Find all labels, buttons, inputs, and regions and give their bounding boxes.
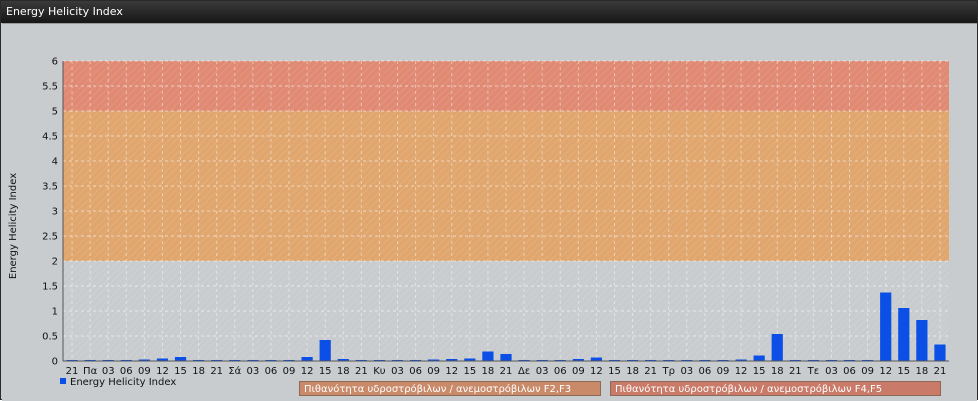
x-tick-label: 18 <box>916 366 929 377</box>
bar <box>934 344 946 361</box>
window-title: Energy Helicity Index <box>1 1 977 23</box>
bar <box>753 355 765 361</box>
x-tick-label: 12 <box>301 366 314 377</box>
x-tick-label: 09 <box>572 366 585 377</box>
bar <box>898 308 910 361</box>
y-tick-label: 3 <box>52 207 58 218</box>
ehi-bar-chart: 0 0.5 1 1.5 2 2.5 3 3.5 4 4.5 5 5.5 6 21 Πα 03 06 09 12 15 1… <box>8 57 949 377</box>
y-tick-label: 5.5 <box>42 82 58 93</box>
x-tick-label: 03 <box>102 366 115 377</box>
x-tick-label: Κυ <box>373 366 386 377</box>
bar <box>301 357 313 361</box>
x-tick-label: 09 <box>717 366 730 377</box>
y-tick-label: 0 <box>52 357 58 368</box>
x-tick-label: 18 <box>626 366 639 377</box>
zone-legend-f2-f3-label: Πιθανότητα υδροστρόβιλων / ανεμοστρόβιλω… <box>304 384 572 395</box>
x-tick-label: Πα <box>83 366 98 377</box>
y-tick-label: 4 <box>52 157 58 168</box>
x-tick-label: 21 <box>644 366 657 377</box>
x-tick-label: 12 <box>735 366 748 377</box>
x-tick-label: 21 <box>500 366 513 377</box>
x-tick-label: 21 <box>66 366 79 377</box>
x-tick-label: 09 <box>861 366 874 377</box>
x-tick-label: 21 <box>789 366 802 377</box>
y-tick-label: 3.5 <box>42 182 58 193</box>
y-tick-label: 2.5 <box>42 232 58 243</box>
x-tick-label: 12 <box>445 366 458 377</box>
bar <box>771 334 783 361</box>
x-tick-label: 15 <box>463 366 476 377</box>
y-tick-label: 6 <box>52 57 58 68</box>
x-tick-label: 09 <box>283 366 296 377</box>
x-tick-label: 18 <box>337 366 350 377</box>
x-tick-label: 03 <box>391 366 404 377</box>
x-tick-label: Δε <box>518 366 530 377</box>
bar <box>880 292 892 361</box>
bar <box>319 340 331 361</box>
x-tick-label: 18 <box>771 366 784 377</box>
x-tick-label: 12 <box>156 366 169 377</box>
bar <box>174 357 187 361</box>
x-tick-label: 03 <box>536 366 549 377</box>
y-tick-label: 0.5 <box>42 332 58 343</box>
y-axis-label: Energy Helicity Index <box>8 173 19 279</box>
chart-window: Energy Helicity Index 0 0.5 1 1.5 2 2.5 3 3.5 4 4… <box>0 0 978 401</box>
x-tick-label: 21 <box>210 366 223 377</box>
x-tick-label: 06 <box>265 366 278 377</box>
x-tick-label: 12 <box>879 366 892 377</box>
x-tick-label: 09 <box>427 366 440 377</box>
series-legend-swatch <box>60 378 66 384</box>
x-tick-label: 03 <box>246 366 259 377</box>
x-tick-label: Τρ <box>662 366 675 377</box>
y-tick-label: 1.5 <box>42 282 58 293</box>
x-tick-label: 15 <box>897 366 910 377</box>
y-tick-label: 2 <box>52 257 58 268</box>
zone-legend-f2-f3: Πιθανότητα υδροστρόβιλων / ανεμοστρόβιλω… <box>299 381 601 396</box>
x-tick-label: 15 <box>608 366 621 377</box>
x-tick-label: 15 <box>174 366 187 377</box>
bar <box>590 357 603 361</box>
zone-legend-f4-f5-label: Πιθανότητα υδροστρόβιλων / ανεμοστρόβιλω… <box>615 384 883 395</box>
x-tick-label: Σά <box>228 365 241 377</box>
y-tick-label: 4.5 <box>42 132 58 143</box>
x-tick-label: 18 <box>192 366 205 377</box>
x-tick-label: 09 <box>138 366 151 377</box>
x-tick-label: Τε <box>807 366 820 377</box>
x-tick-label: 03 <box>680 366 693 377</box>
chart-panel: 0 0.5 1 1.5 2 2.5 3 3.5 4 4.5 5 5.5 6 21 Πα 03 06 09 12 15 1… <box>2 23 977 401</box>
bar <box>482 351 494 361</box>
x-tick-label: 06 <box>699 366 712 377</box>
zone-legend-f4-f5: Πιθανότητα υδροστρόβιλων / ανεμοστρόβιλω… <box>610 381 941 396</box>
x-tick-label: 21 <box>355 366 368 377</box>
y-tick-label: 1 <box>52 307 58 318</box>
x-tick-label: 03 <box>825 366 838 377</box>
x-tick-label: 06 <box>554 366 567 377</box>
x-tick-label: 06 <box>120 366 133 377</box>
bar <box>500 354 512 361</box>
x-tick-label: 21 <box>934 366 947 377</box>
x-tick-label: 15 <box>753 366 766 377</box>
x-tick-label: 15 <box>319 366 332 377</box>
x-tick-label: 18 <box>482 366 495 377</box>
series-legend: Energy Helicity Index <box>60 377 176 388</box>
y-tick-label: 5 <box>52 107 58 118</box>
bar <box>916 320 928 361</box>
series-legend-label: Energy Helicity Index <box>70 377 177 388</box>
x-tick-label: 06 <box>843 366 856 377</box>
x-tick-label: 06 <box>409 366 422 377</box>
x-tick-label: 12 <box>590 366 603 377</box>
